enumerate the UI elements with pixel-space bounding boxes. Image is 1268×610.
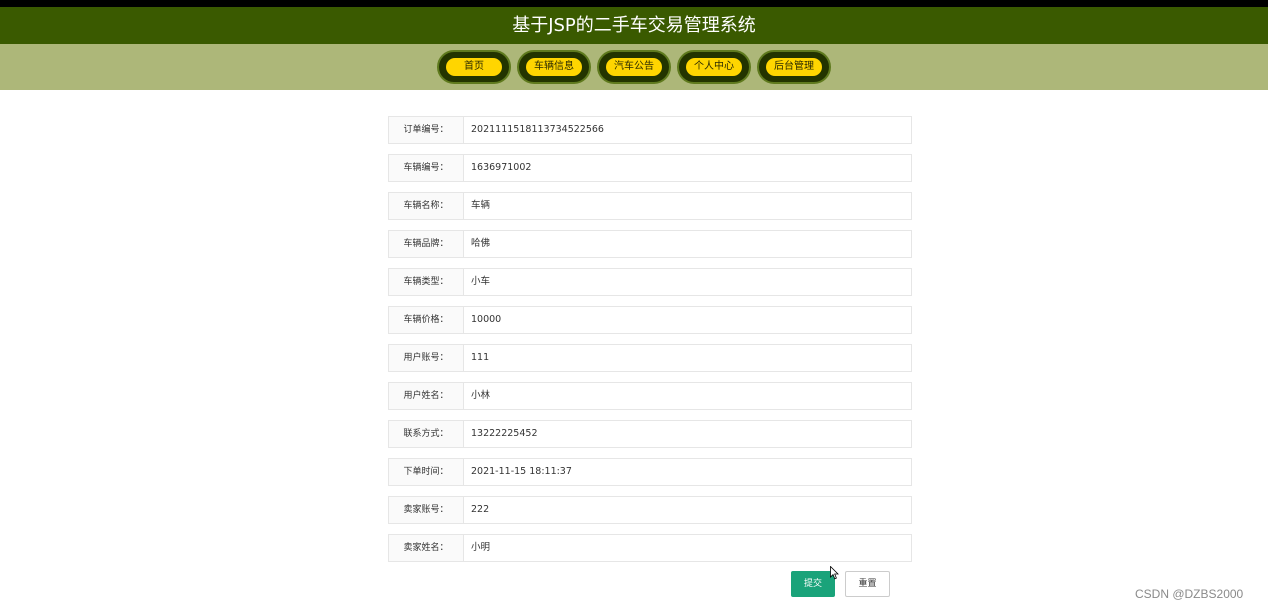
submit-button[interactable]: 提交	[791, 571, 835, 597]
field-label: 车辆类型：	[388, 268, 464, 296]
nav-item-label: 首页	[446, 58, 502, 76]
reset-button[interactable]: 重置	[845, 571, 890, 597]
vehicle-no-field[interactable]: 1636971002	[463, 154, 912, 182]
form-row-order-no: 订单编号： 20211115181137345225​66	[388, 116, 912, 144]
vehicle-price-field[interactable]: 10000	[463, 306, 912, 334]
form-row-contact: 联系方式： 13222225452	[388, 420, 912, 448]
nav-item-home[interactable]: 首页	[437, 50, 511, 84]
nav-item-label: 汽车公告	[606, 58, 662, 76]
page-title: 基于JSP的二手车交易管理系统	[0, 7, 1268, 44]
nav-item-admin[interactable]: 后台管理	[757, 50, 831, 84]
nav-item-label: 后台管理	[766, 58, 822, 76]
form-row-vehicle-brand: 车辆品牌： 哈佛	[388, 230, 912, 258]
field-label: 车辆名称：	[388, 192, 464, 220]
user-account-field[interactable]: 111	[463, 344, 912, 372]
vehicle-name-field[interactable]: 车辆	[463, 192, 912, 220]
contact-field[interactable]: 13222225452	[463, 420, 912, 448]
field-label: 车辆价格：	[388, 306, 464, 334]
seller-account-field[interactable]: 222	[463, 496, 912, 524]
form-row-seller-name: 卖家姓名： 小明	[388, 534, 912, 562]
field-label: 订单编号：	[388, 116, 464, 144]
form-row-vehicle-no: 车辆编号： 1636971002	[388, 154, 912, 182]
order-time-field[interactable]: 2021-11-15 18:11:37	[463, 458, 912, 486]
form-row-vehicle-type: 车辆类型： 小车	[388, 268, 912, 296]
order-no-field[interactable]: 20211115181137345225​66	[463, 116, 912, 144]
nav-item-label: 个人中心	[686, 58, 742, 76]
seller-name-field[interactable]: 小明	[463, 534, 912, 562]
field-label: 卖家姓名：	[388, 534, 464, 562]
nav-bar: 首页 车辆信息 汽车公告 个人中心 后台管理	[0, 44, 1268, 90]
nav-item-personal-center[interactable]: 个人中心	[677, 50, 751, 84]
vehicle-type-field[interactable]: 小车	[463, 268, 912, 296]
field-label: 用户账号：	[388, 344, 464, 372]
form-row-vehicle-price: 车辆价格： 10000	[388, 306, 912, 334]
form-row-vehicle-name: 车辆名称： 车辆	[388, 192, 912, 220]
form-row-order-time: 下单时间： 2021-11-15 18:11:37	[388, 458, 912, 486]
vehicle-brand-field[interactable]: 哈佛	[463, 230, 912, 258]
nav-item-label: 车辆信息	[526, 58, 582, 76]
mouse-cursor-icon	[830, 566, 839, 580]
field-label: 车辆品牌：	[388, 230, 464, 258]
field-label: 车辆编号：	[388, 154, 464, 182]
nav-item-car-notice[interactable]: 汽车公告	[597, 50, 671, 84]
form-row-user-account: 用户账号： 111	[388, 344, 912, 372]
form-row-user-name: 用户姓名： 小林	[388, 382, 912, 410]
form-row-seller-account: 卖家账号： 222	[388, 496, 912, 524]
user-name-field[interactable]: 小林	[463, 382, 912, 410]
watermark: CSDN @DZBS2000	[1135, 587, 1244, 601]
nav-item-vehicle-info[interactable]: 车辆信息	[517, 50, 591, 84]
field-label: 卖家账号：	[388, 496, 464, 524]
field-label: 下单时间：	[388, 458, 464, 486]
top-black-strip	[0, 0, 1268, 7]
field-label: 联系方式：	[388, 420, 464, 448]
field-label: 用户姓名：	[388, 382, 464, 410]
